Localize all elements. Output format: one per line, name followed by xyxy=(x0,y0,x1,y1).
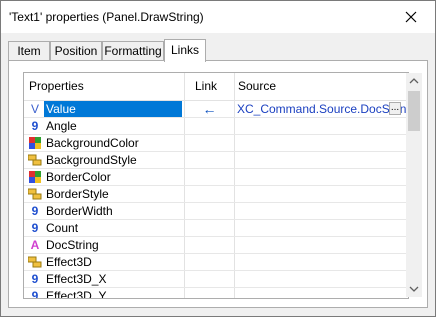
close-button[interactable] xyxy=(391,6,431,28)
number-property-icon: 9 xyxy=(31,289,39,299)
source-cell[interactable] xyxy=(235,271,407,287)
property-name: BorderStyle xyxy=(46,187,109,201)
link-cell[interactable]: ← xyxy=(185,101,234,117)
source-cell[interactable] xyxy=(235,152,407,168)
properties-window: 'Text1' properties (Panel.DrawString) It… xyxy=(0,0,436,317)
property-cell[interactable]: BorderColor xyxy=(24,169,184,185)
link-cell[interactable] xyxy=(185,186,234,202)
table-row[interactable]: 9 Effect3D_Y xyxy=(24,288,408,299)
link-cell[interactable] xyxy=(185,254,234,270)
source-cell[interactable] xyxy=(235,288,407,298)
property-cell[interactable]: A DocString xyxy=(24,237,184,253)
property-name: Effect3D_Y xyxy=(46,289,107,299)
tab-item[interactable]: Item xyxy=(8,41,50,60)
tab-position[interactable]: Position xyxy=(50,41,102,60)
property-name: DocString xyxy=(46,238,99,252)
title-bar: 'Text1' properties (Panel.DrawString) xyxy=(1,1,435,33)
property-cell[interactable]: 9 Count xyxy=(24,220,184,236)
table-row[interactable]: BackgroundColor xyxy=(24,135,408,152)
color-property-icon xyxy=(28,135,42,151)
property-name: Value xyxy=(44,101,182,117)
table-row[interactable]: 9 BorderWidth xyxy=(24,203,408,220)
source-cell[interactable] xyxy=(235,135,407,151)
header-link[interactable]: Link xyxy=(195,73,235,100)
link-cell[interactable] xyxy=(185,220,234,236)
property-cell[interactable]: 9 BorderWidth xyxy=(24,203,184,219)
link-cell[interactable] xyxy=(185,135,234,151)
source-cell[interactable] xyxy=(235,220,407,236)
close-icon xyxy=(405,11,417,23)
link-cell[interactable] xyxy=(185,288,234,298)
table-row[interactable]: 9 Count xyxy=(24,220,408,237)
link-cell[interactable] xyxy=(185,203,234,219)
number-property-icon: 9 xyxy=(31,119,39,133)
property-cell[interactable]: 9 Angle xyxy=(24,118,184,134)
grid-header: Properties Link Source xyxy=(24,73,408,101)
link-cell[interactable] xyxy=(185,152,234,168)
property-cell[interactable]: BackgroundStyle xyxy=(24,152,184,168)
scrollbar-thumb[interactable] xyxy=(408,91,420,131)
style-property-icon xyxy=(27,186,42,202)
link-arrow-icon: ← xyxy=(202,101,217,117)
property-cell[interactable]: V Value xyxy=(24,101,184,117)
style-property-icon xyxy=(27,254,42,270)
color-property-icon xyxy=(28,169,42,185)
vertical-scrollbar[interactable] xyxy=(406,73,422,297)
number-property-icon: 9 xyxy=(31,272,39,286)
scroll-down-arrow-icon[interactable] xyxy=(406,281,422,297)
table-row[interactable]: BorderColor xyxy=(24,169,408,186)
property-name: BorderColor xyxy=(46,170,111,184)
property-name: BackgroundStyle xyxy=(46,153,137,167)
tab-formatting[interactable]: Formatting xyxy=(102,41,164,60)
property-cell[interactable]: Effect3D xyxy=(24,254,184,270)
link-cell[interactable] xyxy=(185,118,234,134)
source-cell[interactable] xyxy=(235,203,407,219)
link-cell[interactable] xyxy=(185,237,234,253)
scroll-up-arrow-icon[interactable] xyxy=(406,73,422,89)
source-cell[interactable] xyxy=(235,186,407,202)
table-row[interactable]: 9 Angle xyxy=(24,118,408,135)
property-cell[interactable]: 9 Effect3D_Y xyxy=(24,288,184,299)
table-row[interactable]: Effect3D xyxy=(24,254,408,271)
table-row[interactable]: 9 Effect3D_X xyxy=(24,271,408,288)
property-name: Effect3D xyxy=(46,255,92,269)
table-row[interactable]: V Value ← XC_Command.Source.DocString... xyxy=(24,101,408,118)
link-cell[interactable] xyxy=(185,169,234,185)
browse-button[interactable]: ... xyxy=(389,102,401,115)
property-cell[interactable]: BackgroundColor xyxy=(24,135,184,151)
style-property-icon xyxy=(27,152,42,168)
source-cell[interactable] xyxy=(235,237,407,253)
links-grid: Properties Link Source V Value ← XC_Command… xyxy=(23,72,409,299)
table-row[interactable]: BackgroundStyle xyxy=(24,152,408,169)
header-source[interactable]: Source xyxy=(238,73,378,100)
source-cell[interactable] xyxy=(235,118,407,134)
table-row[interactable]: BorderStyle xyxy=(24,186,408,203)
header-properties[interactable]: Properties xyxy=(29,73,174,100)
property-name: Count xyxy=(46,221,79,235)
source-cell[interactable] xyxy=(235,169,407,185)
source-cell[interactable] xyxy=(235,254,407,270)
property-cell[interactable]: BorderStyle xyxy=(24,186,184,202)
property-name: Effect3D_X xyxy=(46,272,107,286)
link-cell[interactable] xyxy=(185,271,234,287)
property-name: Angle xyxy=(46,119,77,133)
links-panel: Properties Link Source V Value ← XC_Command… xyxy=(8,60,428,308)
number-property-icon: 9 xyxy=(31,204,39,218)
property-name: BackgroundColor xyxy=(46,136,139,150)
window-title: 'Text1' properties (Panel.DrawString) xyxy=(9,10,204,24)
source-value: XC_Command.Source.DocString xyxy=(237,102,407,116)
text-property-icon: A xyxy=(30,238,40,252)
tab-links[interactable]: Links xyxy=(164,39,206,62)
property-name: BorderWidth xyxy=(46,204,113,218)
number-property-icon: 9 xyxy=(31,221,39,235)
property-cell[interactable]: 9 Effect3D_X xyxy=(24,271,184,287)
value-property-icon: V xyxy=(30,102,39,116)
source-cell[interactable]: XC_Command.Source.DocString... xyxy=(235,101,407,117)
table-row[interactable]: A DocString xyxy=(24,237,408,254)
